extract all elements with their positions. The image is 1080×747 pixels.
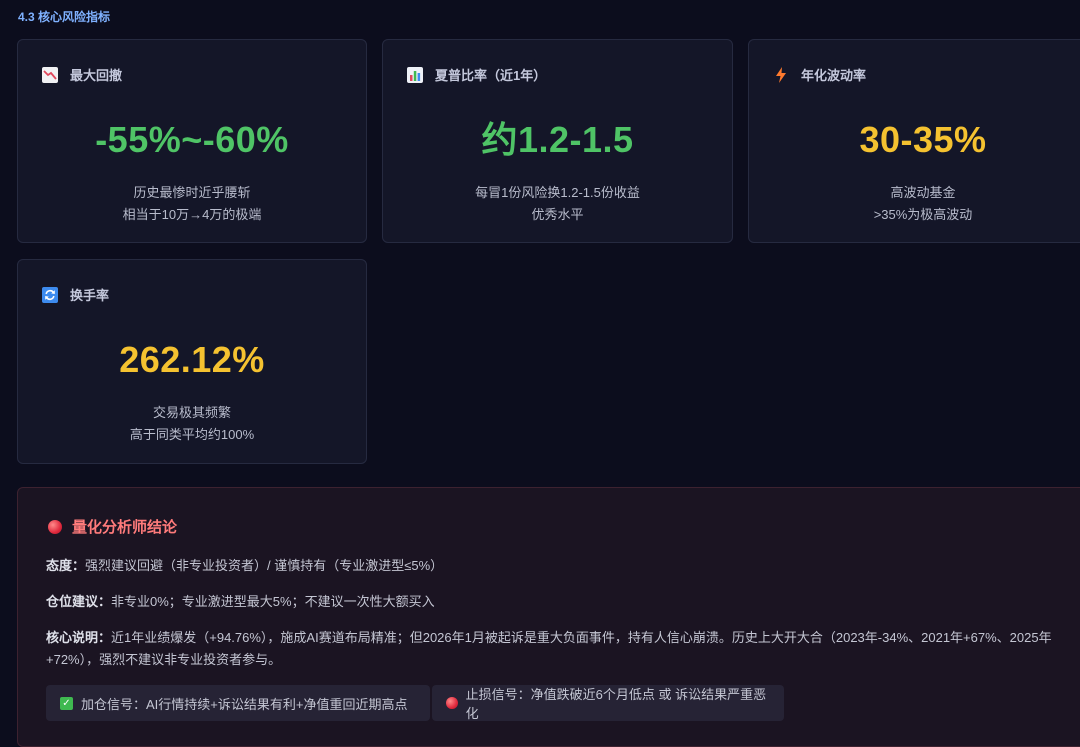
- position-line: 仓位建议：非专业0%；专业激进型最大5%；不建议一次性大额买入: [46, 591, 1076, 613]
- card-sub-line: 高波动基金: [890, 185, 956, 200]
- red-circle-icon: [48, 519, 62, 534]
- card-label: 夏普比率（近1年）: [435, 68, 547, 83]
- card-label: 最大回撤: [70, 68, 123, 83]
- card-label: 年化波动率: [801, 68, 867, 83]
- card-description: 高波动基金 >35%为极高波动: [749, 182, 1080, 226]
- attitude-label: 态度：: [46, 558, 86, 573]
- card-header: 夏普比率（近1年）: [407, 65, 546, 84]
- card-value: -55%~-60%: [95, 119, 289, 160]
- add-position-signal: ✓ 加仓信号：AI行情持续+诉讼结果有利+净值重回近期高点: [46, 685, 430, 721]
- card-description: 每冒1份风险换1.2-1.5份收益 优秀水平: [383, 182, 732, 226]
- card-sub-line: 高于同类平均约100%: [129, 427, 255, 442]
- analyst-conclusion-panel: 量化分析师结论 态度：强烈建议回避（非专业投资者）/ 谨慎持有（专业激进型≤5%…: [17, 487, 1080, 747]
- section-title: 4.3 核心风险指标: [18, 10, 111, 24]
- turnover-rate-card: 换手率 262.12% 交易极其频繁 高于同类平均约100%: [17, 259, 367, 464]
- card-sub-line: 交易极其频繁: [152, 405, 231, 420]
- stop-loss-signal: 止损信号：净值跌破近6个月低点 或 诉讼结果严重恶化: [432, 685, 784, 721]
- conclusion-header: 量化分析师结论: [48, 516, 177, 537]
- refresh-icon: [42, 286, 58, 303]
- stop-signal-text: 止损信号：净值跌破近6个月低点 或 诉讼结果严重恶化: [465, 687, 767, 721]
- attitude-text: 强烈建议回避（非专业投资者）/ 谨慎持有（专业激进型≤5%）: [85, 558, 444, 573]
- card-description: 交易极其频繁 高于同类平均约100%: [18, 402, 366, 446]
- sharpe-ratio-card: 夏普比率（近1年） 约1.2-1.5 每冒1份风险换1.2-1.5份收益 优秀水…: [382, 39, 733, 243]
- core-explanation: 核心说明：近1年业绩爆发（+94.76%），施成AI赛道布局精准；但2026年1…: [46, 627, 1076, 671]
- core-label: 核心说明：: [46, 630, 112, 645]
- add-signal-text: 加仓信号：AI行情持续+诉讼结果有利+净值重回近期高点: [81, 696, 408, 712]
- card-label: 换手率: [70, 288, 110, 303]
- card-value: 262.12%: [119, 339, 265, 380]
- card-header: 年化波动率: [773, 65, 866, 84]
- red-circle-icon: [446, 697, 458, 709]
- card-sub-line: 优秀水平: [531, 207, 584, 222]
- volatility-card: 年化波动率 30-35% 高波动基金 >35%为极高波动: [748, 39, 1080, 243]
- core-text: 近1年业绩爆发（+94.76%），施成AI赛道布局精准；但2026年1月被起诉是…: [46, 630, 1052, 667]
- card-header: 最大回撤: [42, 65, 122, 84]
- card-value: 30-35%: [859, 119, 987, 160]
- attitude-line: 态度：强烈建议回避（非专业投资者）/ 谨慎持有（专业激进型≤5%）: [46, 555, 1076, 577]
- position-text: 非专业0%；专业激进型最大5%；不建议一次性大额买入: [111, 594, 435, 609]
- max-drawdown-card: 最大回撤 -55%~-60% 历史最惨时近乎腰斩 相当于10万→4万的极端: [17, 39, 367, 243]
- position-label: 仓位建议：: [46, 594, 112, 609]
- check-icon: ✓: [60, 696, 73, 710]
- card-sub-line: 相当于10万→4万的极端: [122, 207, 262, 222]
- card-sub-line: >35%为极高波动: [873, 207, 973, 222]
- card-sub-line: 历史最惨时近乎腰斩: [133, 185, 251, 200]
- chart-decreasing-icon: [42, 66, 58, 83]
- card-description: 历史最惨时近乎腰斩 相当于10万→4万的极端: [18, 182, 366, 226]
- bar-chart-icon: [407, 66, 423, 83]
- card-value: 约1.2-1.5: [481, 119, 634, 160]
- card-sub-line: 每冒1份风险换1.2-1.5份收益: [475, 185, 640, 200]
- conclusion-title: 量化分析师结论: [72, 519, 178, 536]
- lightning-icon: [773, 66, 789, 83]
- card-header: 换手率: [42, 285, 109, 304]
